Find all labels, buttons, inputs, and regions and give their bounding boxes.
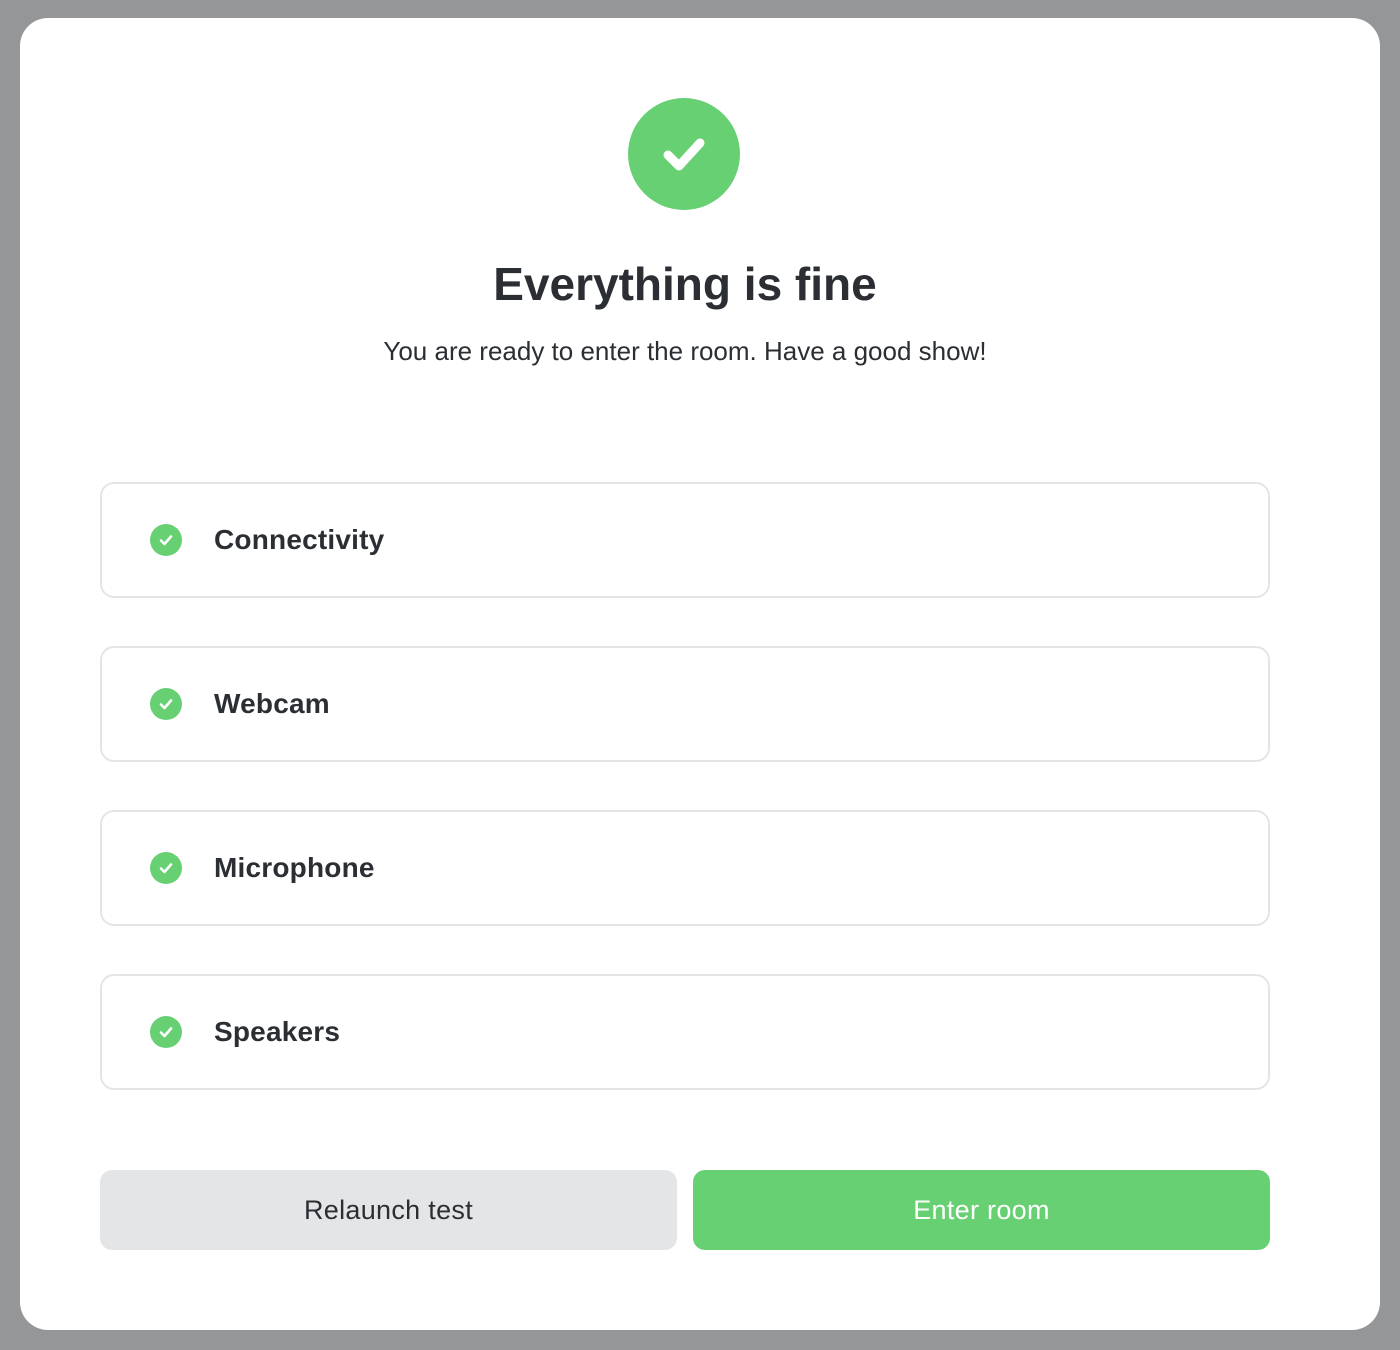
check-label: Microphone xyxy=(214,852,375,883)
action-bar: Relaunch test Enter room xyxy=(100,1170,1270,1250)
check-circle-icon xyxy=(150,524,182,556)
enter-room-button[interactable]: Enter room xyxy=(693,1170,1270,1250)
check-circle-icon xyxy=(150,1016,182,1048)
check-list: Connectivity Webcam Microphone Speakers xyxy=(100,482,1270,1138)
relaunch-test-button[interactable]: Relaunch test xyxy=(100,1170,677,1250)
check-circle-icon xyxy=(150,852,182,884)
check-item-webcam: Webcam xyxy=(100,646,1270,762)
check-item-speakers: Speakers xyxy=(100,974,1270,1090)
check-label: Connectivity xyxy=(214,524,385,555)
page-subtitle: You are ready to enter the room. Have a … xyxy=(383,336,987,366)
check-label: Speakers xyxy=(214,1016,341,1047)
device-check-modal: Everything is fine You are ready to ente… xyxy=(20,18,1380,1330)
success-check-icon xyxy=(628,98,740,210)
page-title: Everything is fine xyxy=(493,258,877,310)
check-item-connectivity: Connectivity xyxy=(100,482,1270,598)
check-label: Webcam xyxy=(214,688,330,719)
check-item-microphone: Microphone xyxy=(100,810,1270,926)
checkmark-icon xyxy=(663,138,705,171)
check-circle-icon xyxy=(150,688,182,720)
